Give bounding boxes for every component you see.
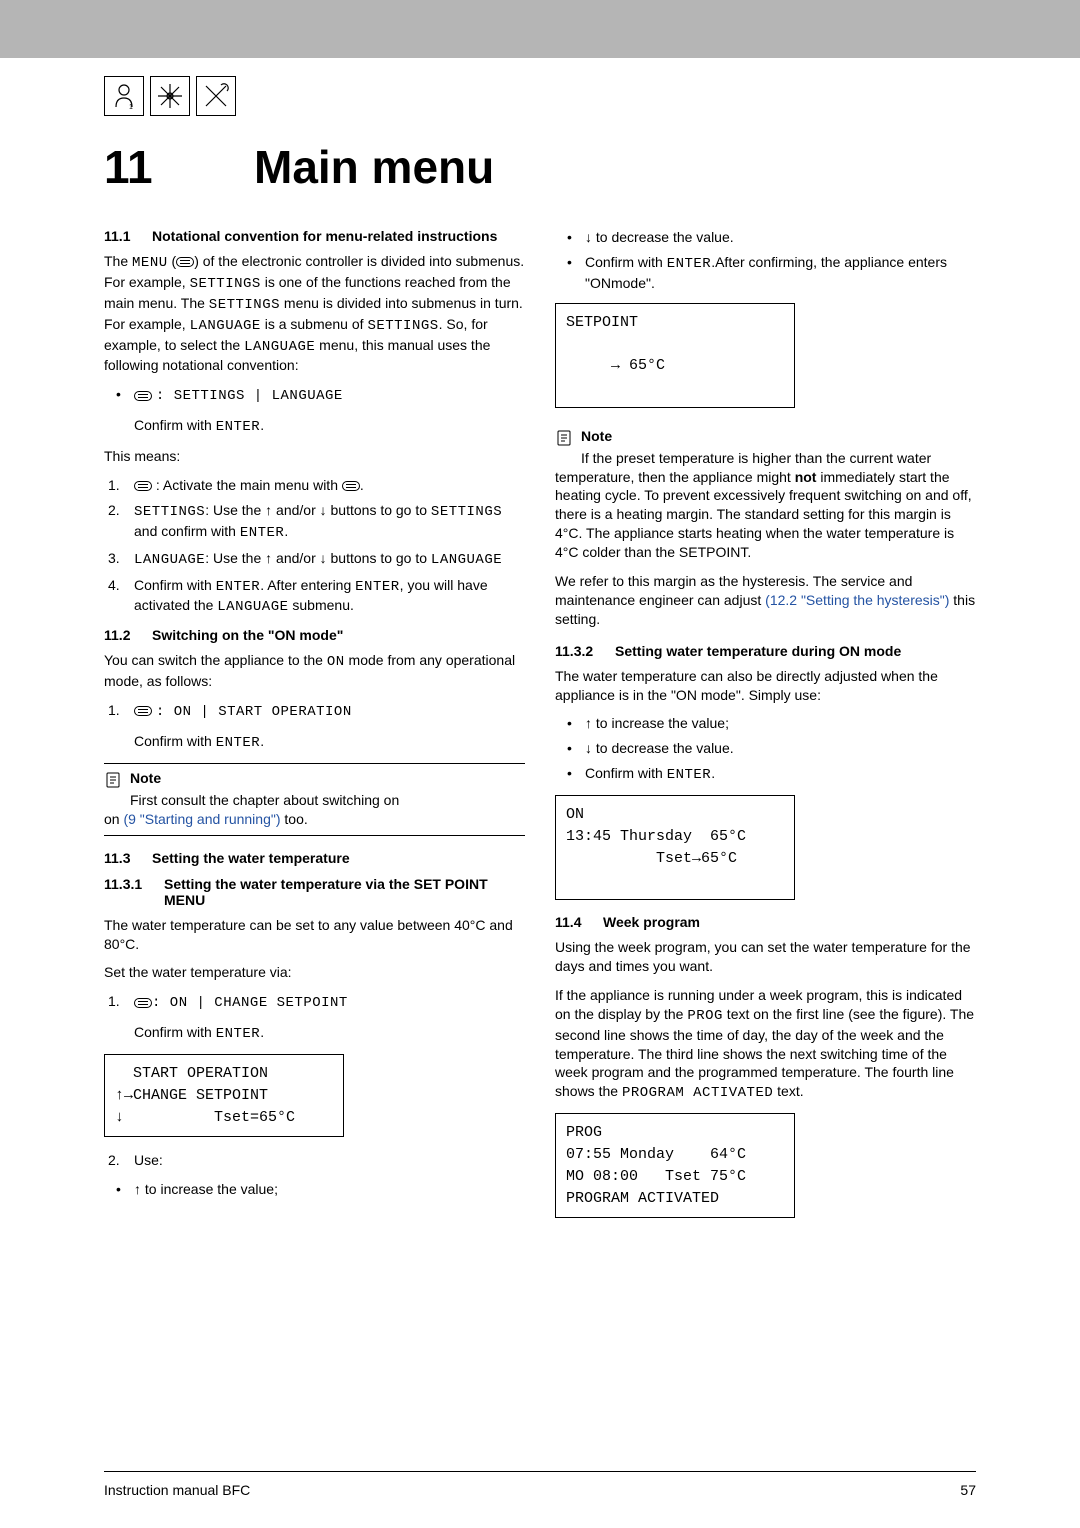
menu-icon — [342, 481, 360, 491]
on-mode-steps: : ON | START OPERATION — [104, 701, 525, 722]
note-icon — [104, 771, 122, 789]
link-hysteresis[interactable]: (12.2 "Setting the hysteresis") — [765, 592, 949, 608]
notation-bullet: : SETTINGS | LANGUAGE — [104, 385, 525, 406]
heading-11-2: 11.2Switching on the "ON mode" — [104, 627, 525, 643]
footer-title: Instruction manual BFC — [104, 1482, 250, 1498]
down-arrow-icon — [585, 229, 592, 245]
user-icon: 1 — [104, 76, 144, 116]
setpoint-range: The water temperature can be set to any … — [104, 916, 525, 954]
on-mode-bullets: to increase the value; to decrease the v… — [555, 714, 976, 785]
service-icon — [196, 76, 236, 116]
heading-11-3: 11.3Setting the water temperature — [104, 850, 525, 866]
up-arrow-icon — [134, 1181, 141, 1197]
svg-text:1: 1 — [129, 104, 133, 111]
category-icons: 1 — [0, 58, 1080, 116]
menu-icon — [134, 998, 152, 1008]
heading-11-1: 11.1Notational convention for menu-relat… — [104, 228, 525, 244]
heading-11-4: 11.4Week program — [555, 914, 976, 930]
confirm-line-1: Confirm with ENTER. — [104, 416, 525, 437]
menu-icon — [134, 391, 152, 401]
page-footer: Instruction manual BFC 57 — [104, 1482, 976, 1498]
notation-steps: : Activate the main menu with . SETTINGS… — [104, 476, 525, 617]
note-hysteresis: Note If the preset temperature is higher… — [555, 422, 976, 629]
menu-icon — [134, 481, 152, 491]
week-desc: If the appliance is running under a week… — [555, 986, 976, 1103]
week-intro: Using the week program, you can set the … — [555, 938, 976, 976]
set-via: Set the water temperature via: — [104, 963, 525, 982]
lcd-change-setpoint: START OPERATION ↑→CHANGE SETPOINT ↓ Tset… — [104, 1054, 344, 1137]
up-arrow-icon — [585, 715, 592, 731]
installer-icon — [150, 76, 190, 116]
top-banner — [0, 0, 1080, 58]
menu-icon — [134, 706, 152, 716]
lcd-prog: PROG 07:55 Monday 64°C MO 08:00 Tset 75°… — [555, 1113, 795, 1218]
page-number: 57 — [960, 1482, 976, 1498]
menu-icon — [176, 257, 194, 267]
on-mode-adjust: The water temperature can also be direct… — [555, 667, 976, 705]
lcd-setpoint: SETPOINT → 65°C — [555, 303, 795, 408]
use-step: Use: — [104, 1151, 525, 1170]
confirm-line-3: Confirm with ENTER. — [104, 1023, 525, 1044]
link-starting-running[interactable]: (9 "Starting and running") — [123, 811, 280, 827]
this-means: This means: — [104, 447, 525, 466]
down-arrow-icon — [320, 502, 327, 518]
left-column: 11.1Notational convention for menu-relat… — [104, 228, 525, 1232]
right-column: to decrease the value. Confirm with ENTE… — [555, 228, 976, 1232]
confirm-line-2: Confirm with ENTER. — [104, 732, 525, 753]
heading-11-3-2: 11.3.2Setting water temperature during O… — [555, 643, 976, 659]
down-arrow-icon — [320, 550, 327, 566]
footer-rule — [104, 1471, 976, 1472]
right-top-bullets: to decrease the value. Confirm with ENTE… — [555, 228, 976, 293]
on-mode-intro: You can switch the appliance to the ON m… — [104, 651, 525, 691]
heading-11-3-1: 11.3.1Setting the water temperature via … — [104, 876, 525, 908]
down-arrow-icon — [585, 740, 592, 756]
chapter-number: 11 — [104, 140, 254, 194]
chapter-title: 11Main menu — [0, 116, 1080, 228]
notation-intro: The MENU () of the electronic controller… — [104, 252, 525, 375]
setpoint-steps: : ON | CHANGE SETPOINT — [104, 992, 525, 1013]
increase-bullet: to increase the value; — [104, 1180, 525, 1199]
note-switching-on: Note First consult the chapter about swi… — [104, 763, 525, 836]
lcd-on-mode: ON 13:45 Thursday 65°C Tset→65°C — [555, 795, 795, 900]
note-icon — [555, 429, 573, 447]
chapter-text: Main menu — [254, 141, 494, 193]
